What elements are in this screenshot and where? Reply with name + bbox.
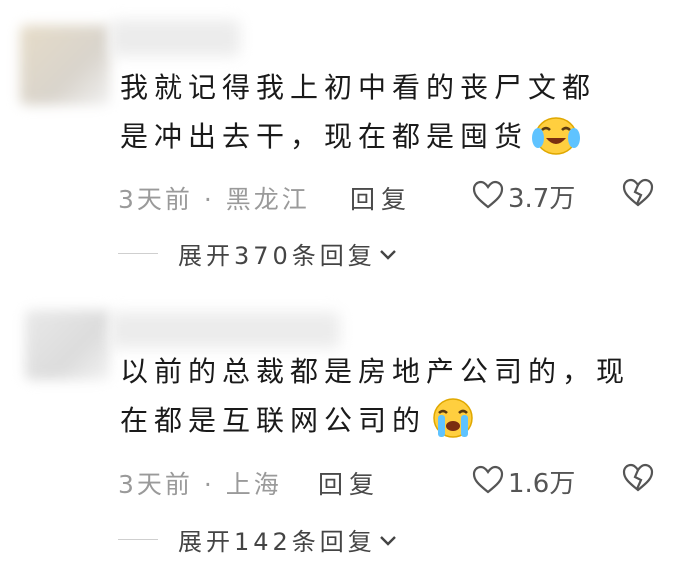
crying-emoji-icon: [430, 396, 476, 455]
laugh-cry-emoji-icon: [532, 112, 581, 171]
expand-replies-label: 展开370条回复: [178, 242, 376, 270]
like-button[interactable]: 1.6万: [472, 463, 575, 500]
comment-text-line: 在都是互联网公司的: [120, 396, 630, 455]
username-blurred[interactable]: [110, 312, 340, 348]
expand-replies-button[interactable]: 展开370条回复: [118, 236, 398, 271]
comment-text-line: 以前的总裁都是房地产公司的，现: [120, 355, 631, 388]
heart-icon: [472, 180, 504, 214]
divider: [118, 538, 158, 541]
heart-icon: [472, 465, 504, 499]
reply-button[interactable]: 回复: [318, 465, 380, 501]
chevron-down-icon: [378, 240, 398, 268]
username-blurred[interactable]: [110, 20, 240, 56]
comment-text-line-2: 是冲出去干，现在都是囤货: [120, 120, 529, 153]
comment-text-line: 是冲出去干，现在都是囤货: [120, 112, 596, 171]
broken-heart-icon: [622, 178, 654, 212]
comment-text: 我就记得我上初中看的丧尸文都 是冲出去干，现在都是囤货: [120, 64, 596, 171]
avatar[interactable]: [25, 310, 110, 380]
expand-replies-button[interactable]: 展开142条回复: [118, 522, 398, 557]
dislike-button[interactable]: [622, 463, 654, 497]
comment-text-line-2: 在都是互联网公司的: [120, 404, 427, 437]
reply-button[interactable]: 回复: [350, 180, 412, 216]
comment-text: 以前的总裁都是房地产公司的，现 在都是互联网公司的: [120, 348, 630, 455]
divider: [118, 252, 158, 255]
broken-heart-icon: [622, 463, 654, 497]
comment-time-location: 3天前 · 上海: [118, 470, 282, 499]
like-count: 3.7万: [508, 184, 576, 214]
comment-item: 以前的总裁都是房地产公司的，现 在都是互联网公司的 3天前 · 上海 回复 1.…: [0, 290, 690, 572]
expand-replies-label: 展开142条回复: [178, 528, 376, 556]
dislike-button[interactable]: [622, 178, 654, 212]
avatar[interactable]: [20, 25, 110, 105]
like-count: 1.6万: [508, 469, 576, 499]
comment-text-line: 我就记得我上初中看的丧尸文都: [120, 71, 597, 104]
like-button[interactable]: 3.7万: [472, 178, 575, 215]
chevron-down-icon: [378, 526, 398, 554]
comment-item: 我就记得我上初中看的丧尸文都 是冲出去干，现在都是囤货 3天前 · 黑龙江 回复…: [0, 0, 690, 290]
comment-time-location: 3天前 · 黑龙江: [118, 185, 310, 214]
